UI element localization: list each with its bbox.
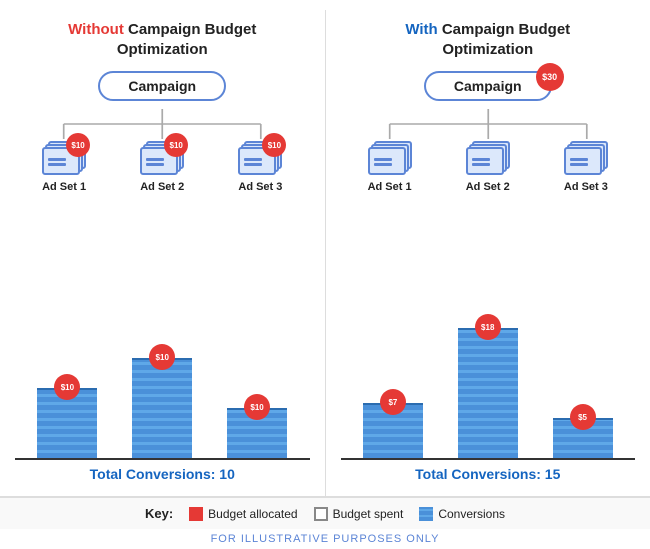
adset-label-2-with: Ad Set 2: [466, 181, 510, 193]
panels: Without Campaign BudgetOptimization Camp…: [0, 10, 650, 497]
ad-badge-1-without: $10: [66, 133, 90, 157]
tree-lines-without: [15, 109, 310, 139]
footer-note: FOR ILLUSTRATIVE PURPOSES ONLY: [0, 529, 650, 549]
tree-lines-with: [341, 109, 636, 139]
title-rest-without: Campaign BudgetOptimization: [117, 21, 257, 58]
legend-text-budget-spent: Budget spent: [333, 507, 404, 521]
chart-area-without: $10 $10 $10 Total Conversions: 10: [15, 201, 310, 482]
ad-icon-line: [244, 163, 262, 166]
ad-icon-3-without: $10: [238, 141, 282, 177]
legend-item-budget-allocated: Budget allocated: [189, 507, 297, 521]
legend-area: Key: Budget allocated Budget spent Conve…: [0, 497, 650, 529]
campaign-area-without: Campaign: [15, 71, 310, 101]
bars-without: $10 $10 $10: [15, 330, 310, 460]
adset-label-3-without: Ad Set 3: [238, 181, 282, 193]
ad-icon-inner-2: [468, 149, 506, 177]
legend-icon-outline: [314, 507, 328, 521]
legend-text-budget-allocated: Budget allocated: [208, 507, 297, 521]
ad-icon-line: [374, 163, 392, 166]
title-prefix-without: Without: [68, 21, 124, 38]
ad-icon-line: [146, 158, 164, 161]
legend-item-conversions: Conversions: [419, 507, 505, 521]
title-prefix-with: With: [405, 21, 437, 38]
bar-2-without: [132, 358, 192, 458]
ad-icon-line: [48, 163, 66, 166]
bar-group-1-with: $7: [363, 403, 423, 458]
panel-with: With Campaign BudgetOptimization Campaig…: [326, 10, 650, 496]
adset-label-2-without: Ad Set 2: [140, 181, 184, 193]
ad-icon-2-with: [466, 141, 510, 177]
adset-item-1-with: Ad Set 1: [368, 141, 412, 193]
total-without: Total Conversions: 10: [15, 466, 310, 482]
legend-text-conversions: Conversions: [438, 507, 505, 521]
bar-group-3-with: $5: [553, 418, 613, 458]
legend-item-budget-spent: Budget spent: [314, 507, 404, 521]
adset-item-3-with: Ad Set 3: [564, 141, 608, 193]
bar-badge-1-with: $7: [380, 389, 406, 415]
campaign-badge-with: $30: [536, 63, 564, 91]
ad-badge-2-without: $10: [164, 133, 188, 157]
main-container: Without Campaign BudgetOptimization Camp…: [0, 0, 650, 549]
bar-group-3-without: $10: [227, 408, 287, 458]
adset-label-1-without: Ad Set 1: [42, 181, 86, 193]
ad-icon-line: [570, 158, 588, 161]
ad-icon-line: [146, 163, 164, 166]
chart-area-with: $7 $18 $5 Total Conversions: 15: [341, 201, 636, 482]
legend-icon-red: [189, 507, 203, 521]
adset-item-2-with: Ad Set 2: [466, 141, 510, 193]
ad-icon-line: [472, 163, 490, 166]
panel-title-with: With Campaign BudgetOptimization: [405, 20, 570, 59]
adset-label-3-with: Ad Set 3: [564, 181, 608, 193]
bar-badge-2-with: $18: [475, 314, 501, 340]
ad-icon-line: [472, 158, 490, 161]
ad-icon-line: [244, 158, 262, 161]
ad-icon-2-without: $10: [140, 141, 184, 177]
bar-badge-3-without: $10: [244, 394, 270, 420]
campaign-area-with: Campaign $30: [341, 71, 636, 101]
legend-icon-blue: [419, 507, 433, 521]
ad-icon-line: [48, 158, 66, 161]
campaign-box-without: Campaign: [98, 71, 226, 101]
campaign-label-without: Campaign: [128, 78, 196, 94]
bar-group-2-with: $18: [458, 328, 518, 458]
ad-icon-3-with: [564, 141, 608, 177]
adset-item-1-without: $10 Ad Set 1: [42, 141, 86, 193]
bar-badge-3-with: $5: [570, 404, 596, 430]
bars-with: $7 $18 $5: [341, 330, 636, 460]
bar-2-with: [458, 328, 518, 458]
title-rest-with: Campaign BudgetOptimization: [442, 21, 570, 58]
ad-icon-inner-3: [566, 149, 604, 177]
adsets-row-without: $10 Ad Set 1 $10: [15, 141, 310, 193]
ad-icon-1-with: [368, 141, 412, 177]
adset-label-1-with: Ad Set 1: [368, 181, 412, 193]
ad-badge-3-without: $10: [262, 133, 286, 157]
total-with: Total Conversions: 15: [341, 466, 636, 482]
ad-icon-line: [570, 163, 588, 166]
bar-group-1-without: $10: [37, 388, 97, 458]
adset-item-3-without: $10 Ad Set 3: [238, 141, 282, 193]
adsets-row-with: Ad Set 1 Ad Set 2: [341, 141, 636, 193]
ad-icon-inner-1: [370, 149, 408, 177]
ad-icon-line: [374, 158, 392, 161]
ad-icon-1-without: $10: [42, 141, 86, 177]
legend-key-label: Key:: [145, 506, 173, 521]
panel-without: Without Campaign BudgetOptimization Camp…: [0, 10, 326, 496]
campaign-box-with: Campaign $30: [424, 71, 552, 101]
bar-group-2-without: $10: [132, 358, 192, 458]
panel-title-without: Without Campaign BudgetOptimization: [68, 20, 256, 59]
adset-item-2-without: $10 Ad Set 2: [140, 141, 184, 193]
campaign-label-with: Campaign: [454, 78, 522, 94]
